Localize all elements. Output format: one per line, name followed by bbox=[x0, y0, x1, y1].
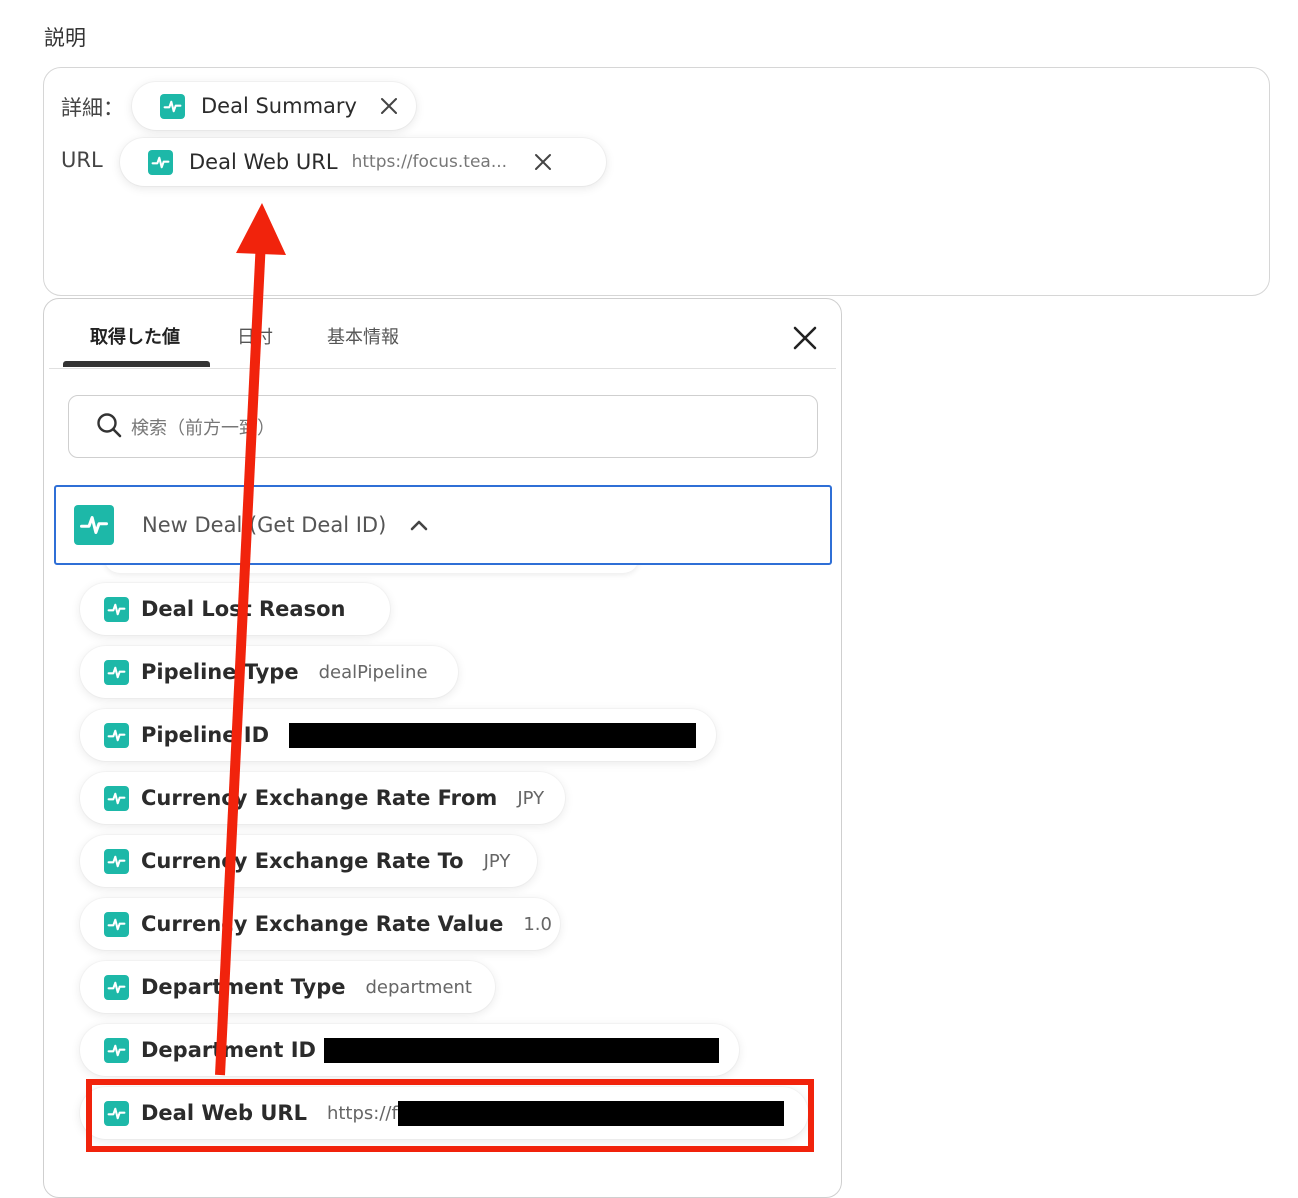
close-icon[interactable] bbox=[792, 325, 818, 351]
row-label-url: URL bbox=[61, 148, 103, 172]
section-label-description: 説明 bbox=[44, 26, 86, 50]
list-item-deal-lost-reason[interactable]: Deal Lost Reason bbox=[80, 583, 390, 635]
app-logo-icon bbox=[160, 93, 185, 119]
list-item-pipeline-id[interactable]: Pipeline ID bbox=[80, 709, 716, 761]
app-logo-icon bbox=[104, 848, 129, 874]
item-value: JPY bbox=[483, 850, 511, 872]
search-icon bbox=[95, 411, 123, 443]
item-value: JPY bbox=[517, 787, 545, 809]
chip-deal-web-url[interactable]: Deal Web URL https://focus.tea... bbox=[120, 138, 606, 186]
app-logo-icon bbox=[148, 149, 173, 175]
app-logo-icon bbox=[104, 722, 129, 748]
app-logo-icon bbox=[104, 911, 129, 937]
close-icon[interactable] bbox=[533, 152, 553, 172]
list-item-currency-exchange-rate-to[interactable]: Currency Exchange Rate To JPY bbox=[80, 835, 537, 887]
list-item-currency-exchange-rate-value[interactable]: Currency Exchange Rate Value 1.0 bbox=[80, 898, 560, 950]
search-placeholder: 検索（前方一致） bbox=[131, 417, 275, 439]
redacted-value bbox=[289, 722, 696, 748]
value-picker-panel: 取得した値 日付 基本情報 検索（前方一致） New Deal (Get Dea… bbox=[43, 298, 842, 1198]
item-label: Pipeline Type bbox=[141, 660, 299, 684]
chip-value: https://focus.tea... bbox=[351, 152, 508, 172]
tab-divider bbox=[49, 368, 836, 369]
search-input[interactable]: 検索（前方一致） bbox=[68, 395, 818, 458]
list-item-department-id[interactable]: Department ID bbox=[80, 1024, 739, 1076]
app-logo-icon bbox=[104, 1037, 129, 1063]
group-title: New Deal (Get Deal ID) bbox=[142, 513, 387, 537]
item-label: Currency Exchange Rate From bbox=[141, 786, 498, 810]
chip-label: Deal Summary bbox=[201, 94, 357, 118]
chip-label: Deal Web URL bbox=[189, 150, 338, 174]
description-field[interactable]: 詳細： Deal Summary URL Deal Web URL https:… bbox=[43, 67, 1270, 296]
group-header-new-deal[interactable]: New Deal (Get Deal ID) bbox=[54, 485, 832, 565]
item-label: Currency Exchange Rate Value bbox=[141, 912, 504, 936]
item-label: Deal Lost Reason bbox=[141, 597, 346, 621]
app-logo-icon bbox=[74, 505, 114, 545]
item-label: Currency Exchange Rate To bbox=[141, 849, 464, 873]
list-item-currency-exchange-rate-from[interactable]: Currency Exchange Rate From JPY bbox=[80, 772, 565, 824]
row-label-detail: 詳細： bbox=[61, 96, 124, 120]
tab-acquired-values[interactable]: 取得した値 bbox=[90, 323, 180, 349]
item-value: dealPipeline bbox=[318, 661, 428, 683]
item-label: Department Type bbox=[141, 975, 346, 999]
close-icon[interactable] bbox=[379, 96, 399, 116]
app-logo-icon bbox=[104, 596, 129, 622]
item-value: department bbox=[365, 976, 473, 998]
highlight-box bbox=[86, 1079, 814, 1152]
item-label: Pipeline ID bbox=[141, 723, 270, 747]
redacted-value bbox=[323, 1037, 719, 1063]
list-item-department-type[interactable]: Department Type department bbox=[80, 961, 495, 1013]
chip-deal-summary[interactable]: Deal Summary bbox=[132, 82, 416, 130]
list-item-pipeline-type[interactable]: Pipeline Type dealPipeline bbox=[80, 646, 458, 698]
chevron-up-icon[interactable] bbox=[408, 514, 430, 536]
app-logo-icon bbox=[104, 974, 129, 1000]
tab-date[interactable]: 日付 bbox=[237, 323, 273, 349]
app-logo-icon bbox=[104, 659, 129, 685]
active-tab-indicator bbox=[63, 361, 210, 367]
app-logo-icon bbox=[104, 785, 129, 811]
tab-basic-info[interactable]: 基本情報 bbox=[327, 323, 399, 349]
item-value: 1.0 bbox=[523, 913, 552, 935]
item-label: Department ID bbox=[141, 1038, 316, 1062]
